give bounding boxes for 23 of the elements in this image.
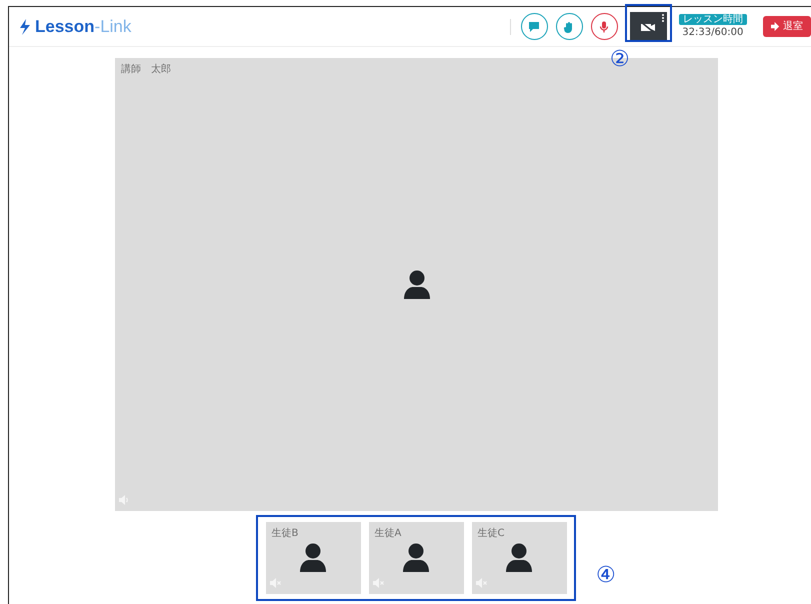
camera-toggle-button[interactable]	[630, 12, 667, 41]
annotation-number: ②	[610, 49, 630, 71]
chat-button[interactable]	[520, 13, 548, 40]
logo-icon	[19, 18, 31, 34]
participant-name: 生徒B	[272, 526, 298, 541]
participant-name: 講師 太郎	[121, 62, 171, 77]
person-icon	[503, 542, 535, 574]
chat-icon	[528, 20, 540, 32]
timer-label: レッスン時間	[678, 14, 747, 24]
person-icon	[400, 542, 432, 574]
microphone-icon	[598, 20, 610, 32]
microphone-button[interactable]	[590, 13, 618, 40]
timer-value: 32:33/60:00	[682, 26, 744, 40]
annotation-number: ④	[596, 565, 616, 587]
participant-name: 生徒A	[374, 526, 402, 541]
logo-text: Lesson	[35, 16, 95, 38]
exit-button[interactable]: 退室	[762, 16, 811, 37]
more-icon	[662, 14, 664, 22]
logo-accent-text: -Link	[94, 16, 132, 38]
raise-hand-button[interactable]	[556, 13, 583, 40]
participant-name: 生徒C	[478, 526, 504, 541]
exit-icon	[770, 22, 780, 31]
person-icon	[297, 542, 329, 574]
